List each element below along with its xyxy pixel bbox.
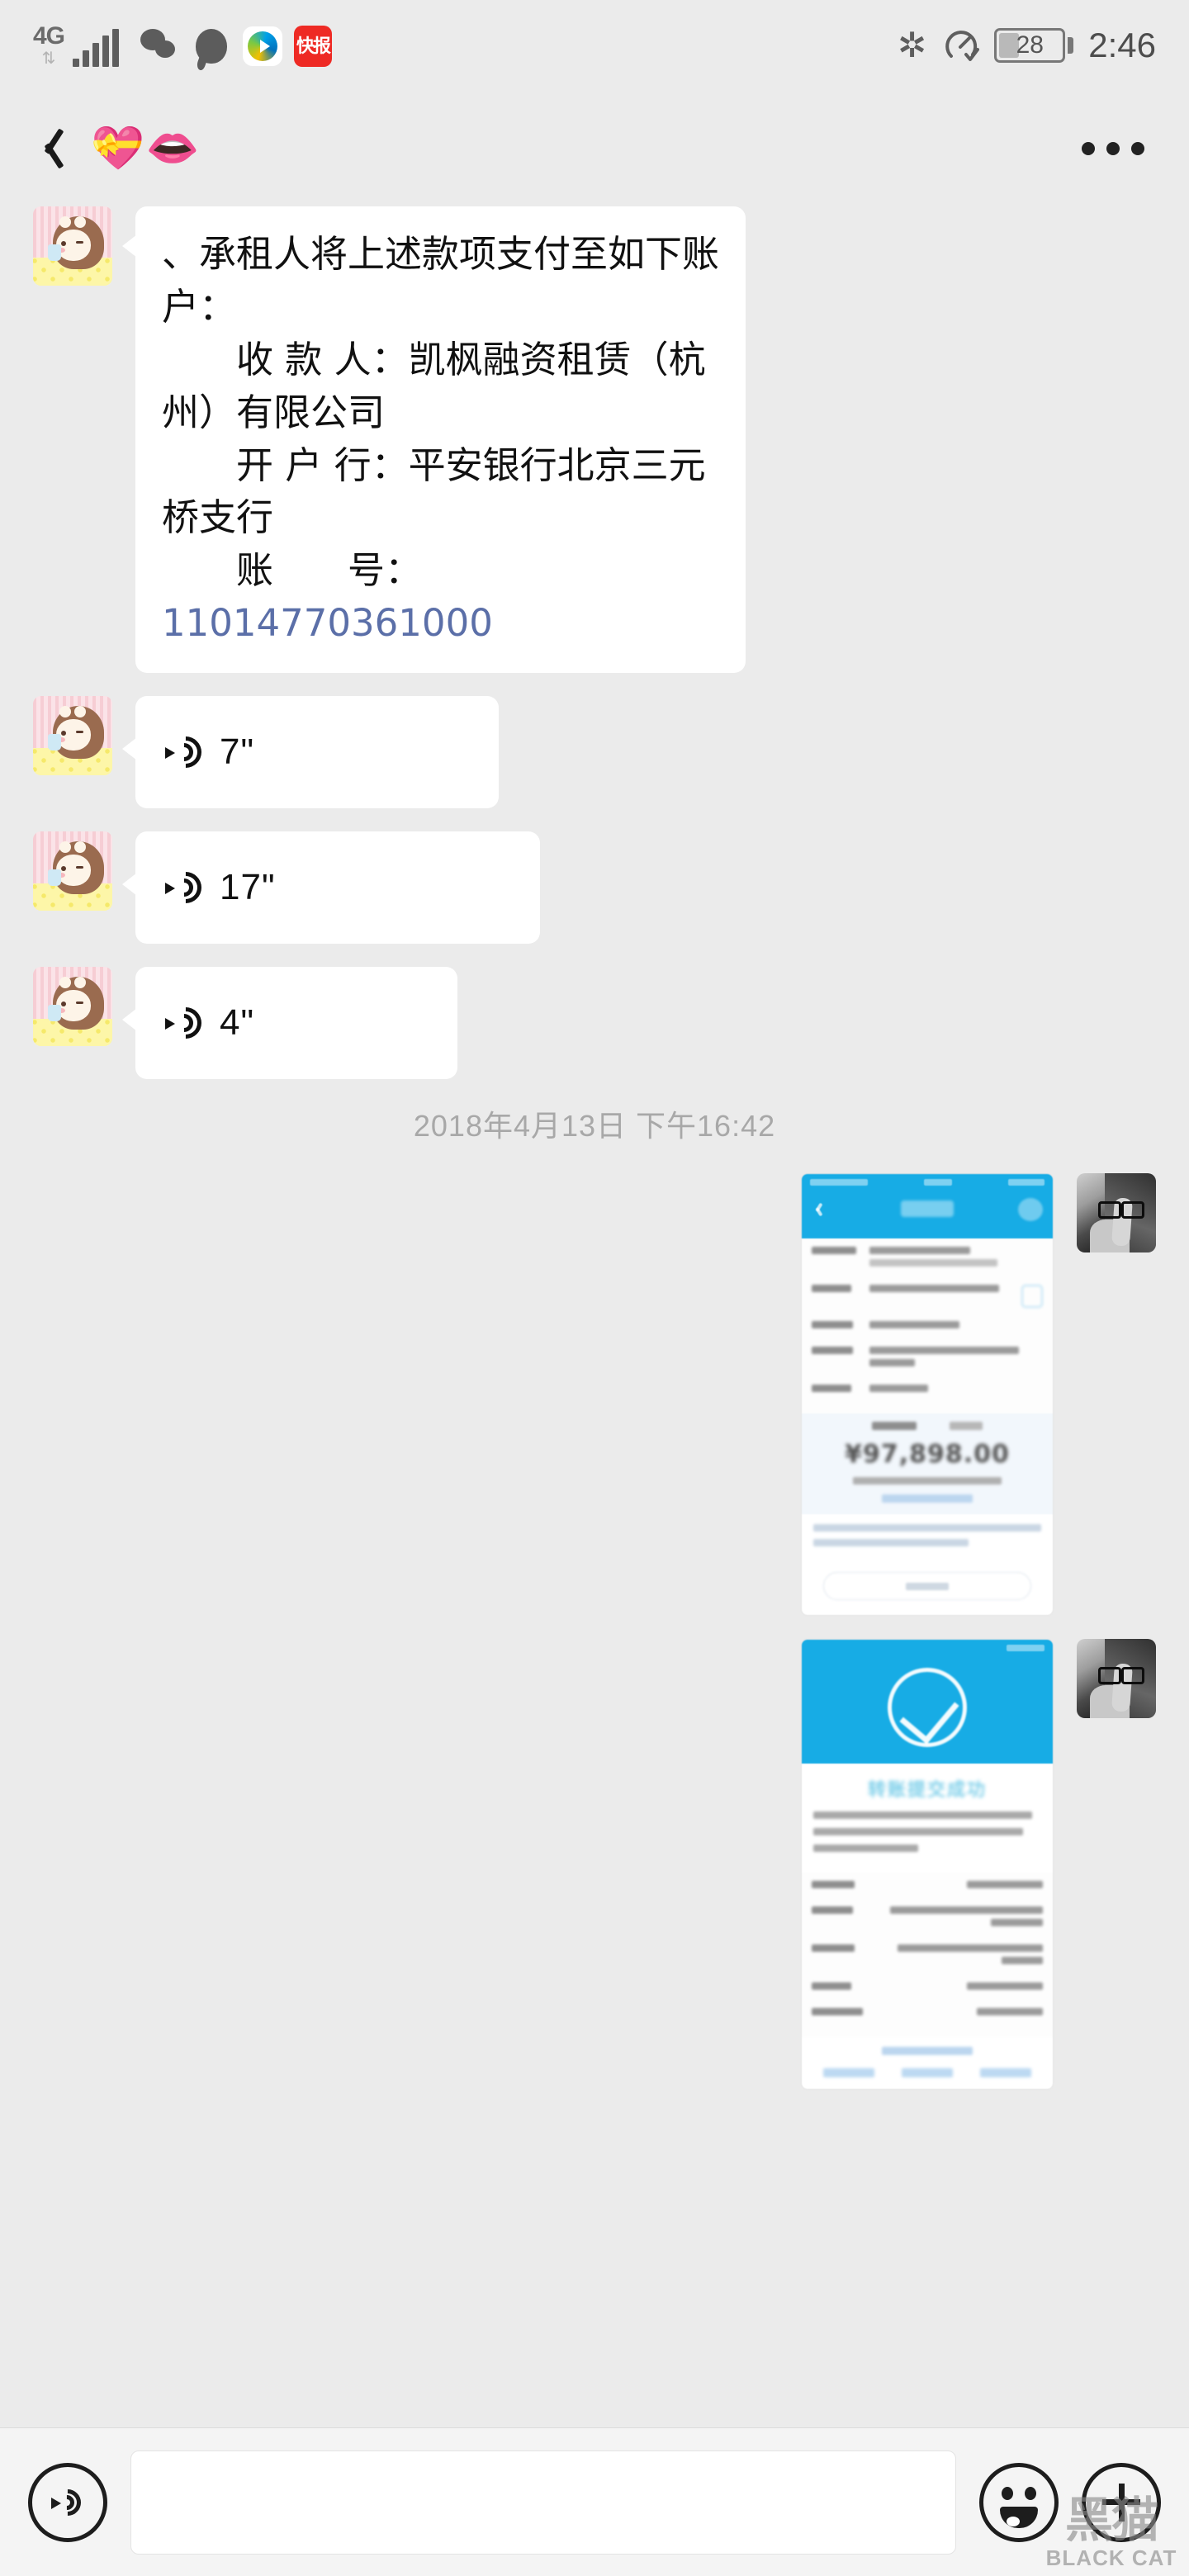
voice-wave-icon [163,730,208,774]
kuaibao-icon: 快报 [294,26,333,67]
voice-wave-icon [163,865,208,910]
self-avatar-bw-photo[interactable] [1077,1639,1156,1719]
text-message-bubble[interactable]: 、承租人将上述款项支付至如下账 户： 收 款 人：凯枫融资租赁（杭 州）有限公司… [121,206,746,674]
account-number-link[interactable]: 11014770361000 [162,601,493,645]
message-bubble-wrap: 17" [122,831,540,945]
screenshot-note [802,1514,1053,1564]
image-bubble-wrap: 转账提交成功 [801,1639,1054,2091]
status-bar-left: 4G ⇅ 快报 [0,22,333,68]
contact-avatar-cartoon-girl[interactable] [33,206,112,286]
screenshot-success-header [802,1640,1053,1764]
battery-indicator: 28 [994,28,1074,63]
screenshot-app-header [802,1174,1053,1239]
message-row-voice: 4" [0,967,1189,1080]
message-line-5: 桥支行 [162,495,274,540]
message-input-field[interactable] [130,2450,956,2555]
wechat-icon [140,26,180,66]
message-list[interactable]: 、承租人将上述款项支付至如下账 户： 收 款 人：凯枫融资租赁（杭 州）有限公司… [0,206,1189,2427]
contact-avatar-cartoon-girl[interactable] [33,831,112,912]
message-line-1: 户： [162,284,237,329]
transfer-success-screenshot[interactable]: 转账提交成功 [801,1639,1054,2091]
status-bar-right: ✲ 28 2:46 [898,26,1189,65]
qq-icon [192,26,231,66]
time-divider-label: 2018年4月13日 下午16:42 [413,1109,776,1144]
screenshot-amount-value: ¥97,898.00 [845,1440,1010,1470]
message-line-4: 开 户 行：平安银行北京三元 [162,443,706,487]
screenshot-amount-panel: ¥97,898.00 [802,1413,1053,1515]
message-row-voice: 7" [0,696,1189,809]
clock-label: 2:46 [1088,26,1156,64]
voice-message-bubble[interactable]: 7" [122,696,499,809]
data-transfer-icon: ⇅ [41,50,56,68]
message-line-2: 收 款 人：凯枫融资租赁（杭 [162,337,706,381]
voice-duration-label: 7" [220,732,255,773]
message-row-image: 转账提交成功 [0,1639,1189,2091]
back-button[interactable] [0,91,91,206]
screenshot-back-icon [812,1202,820,1217]
page-title: 💝👄 [91,125,201,173]
message-row-text: 、承租人将上述款项支付至如下账 户： 收 款 人：凯枫融资租赁（杭 州）有限公司… [0,206,1189,674]
message-text: 、承租人将上述款项支付至如下账 户： 收 款 人：凯枫融资租赁（杭 州）有限公司… [162,228,719,650]
bluetooth-icon: ✲ [898,26,927,64]
voice-duration-label: 17" [220,867,276,908]
message-line-6: 账 号： [162,548,423,593]
contact-avatar-cartoon-girl[interactable] [33,967,112,1047]
self-avatar-bw-photo[interactable] [1077,1173,1156,1253]
screenshot-detail-list [802,1238,1053,1414]
voice-wave-icon [163,1001,208,1045]
signal-bars-icon [73,29,120,67]
speedometer-icon [941,26,980,64]
message-line-0: 、承租人将上述款项支付至如下账 [162,232,720,276]
screenshot-confirm-button [823,1572,1031,1601]
contact-avatar-cartoon-girl[interactable] [33,696,112,776]
message-line-3: 州）有限公司 [162,390,386,434]
network-type-label: 4G [33,22,65,50]
success-check-icon [888,1668,967,1748]
voice-message-bubble[interactable]: 17" [122,831,540,945]
status-bar: 4G ⇅ 快报 ✲ 28 2:46 [0,0,1189,91]
chat-screen: 4G ⇅ 快报 ✲ 28 2:46 💝👄 、承租人将上述款项支付至如下账 户： … [0,0,1189,2576]
nav-bar: 💝👄 [0,91,1189,206]
notification-icons: 快报 [140,26,333,67]
screenshot-success-title: 转账提交成功 [867,1780,987,1802]
voice-duration-label: 4" [220,1002,255,1044]
message-bubble-wrap: 7" [122,696,499,809]
message-row-voice: 17" [0,831,1189,945]
time-divider: 2018年4月13日 下午16:42 [0,1102,1189,1145]
plus-icon[interactable] [1082,2462,1161,2542]
image-bubble-wrap: ¥97,898.00 [801,1173,1054,1617]
message-input-bar [0,2427,1189,2576]
message-bubble-wrap: 4" [122,967,457,1080]
screenshot-success-desc [802,1808,1053,1873]
more-options-icon[interactable] [1082,142,1189,155]
battery-percent-label: 28 [1016,31,1044,59]
emoji-icon[interactable] [979,2462,1059,2542]
back-chevron-icon [33,125,58,172]
bank-transfer-confirm-screenshot[interactable]: ¥97,898.00 [801,1173,1054,1617]
screenshot-action-links [802,2063,1053,2089]
message-row-image: ¥97,898.00 [0,1173,1189,1617]
tencent-video-icon [243,26,283,66]
voice-input-icon[interactable] [28,2462,107,2542]
network-type: 4G ⇅ [33,22,65,68]
voice-message-bubble[interactable]: 4" [122,967,457,1080]
screenshot-detail-list [802,1873,1053,2038]
message-bubble-wrap: 、承租人将上述款项支付至如下账 户： 收 款 人：凯枫融资租赁（杭 州）有限公司… [121,206,746,674]
